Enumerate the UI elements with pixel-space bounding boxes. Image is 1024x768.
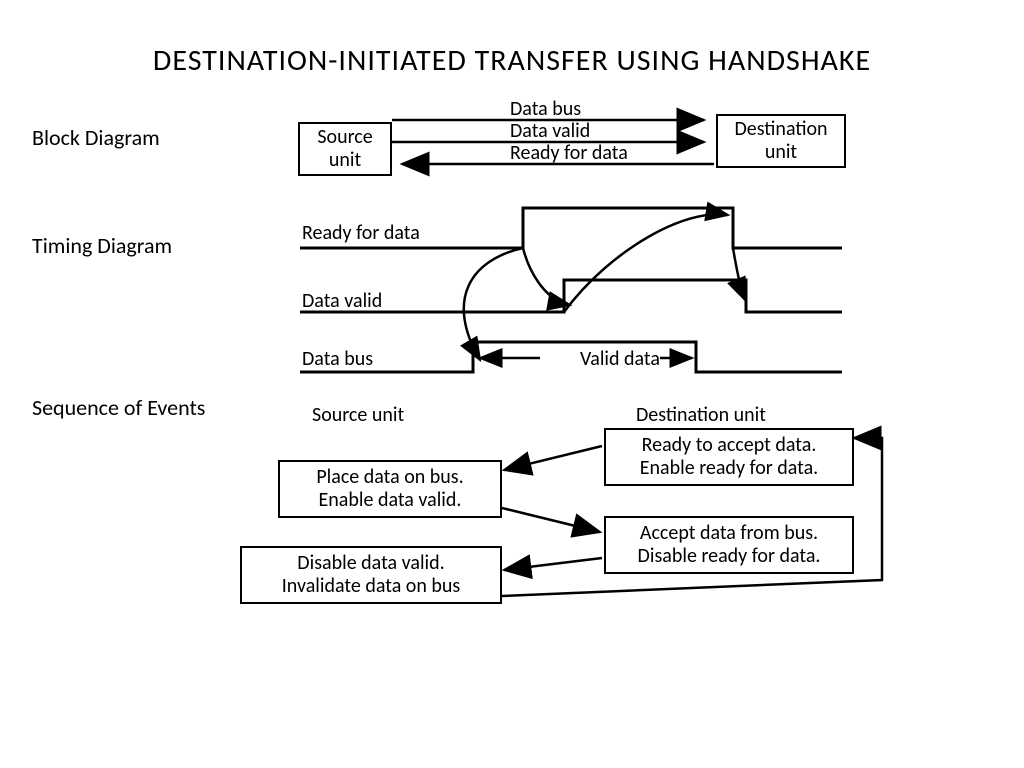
diagram-lines [0, 0, 1024, 768]
